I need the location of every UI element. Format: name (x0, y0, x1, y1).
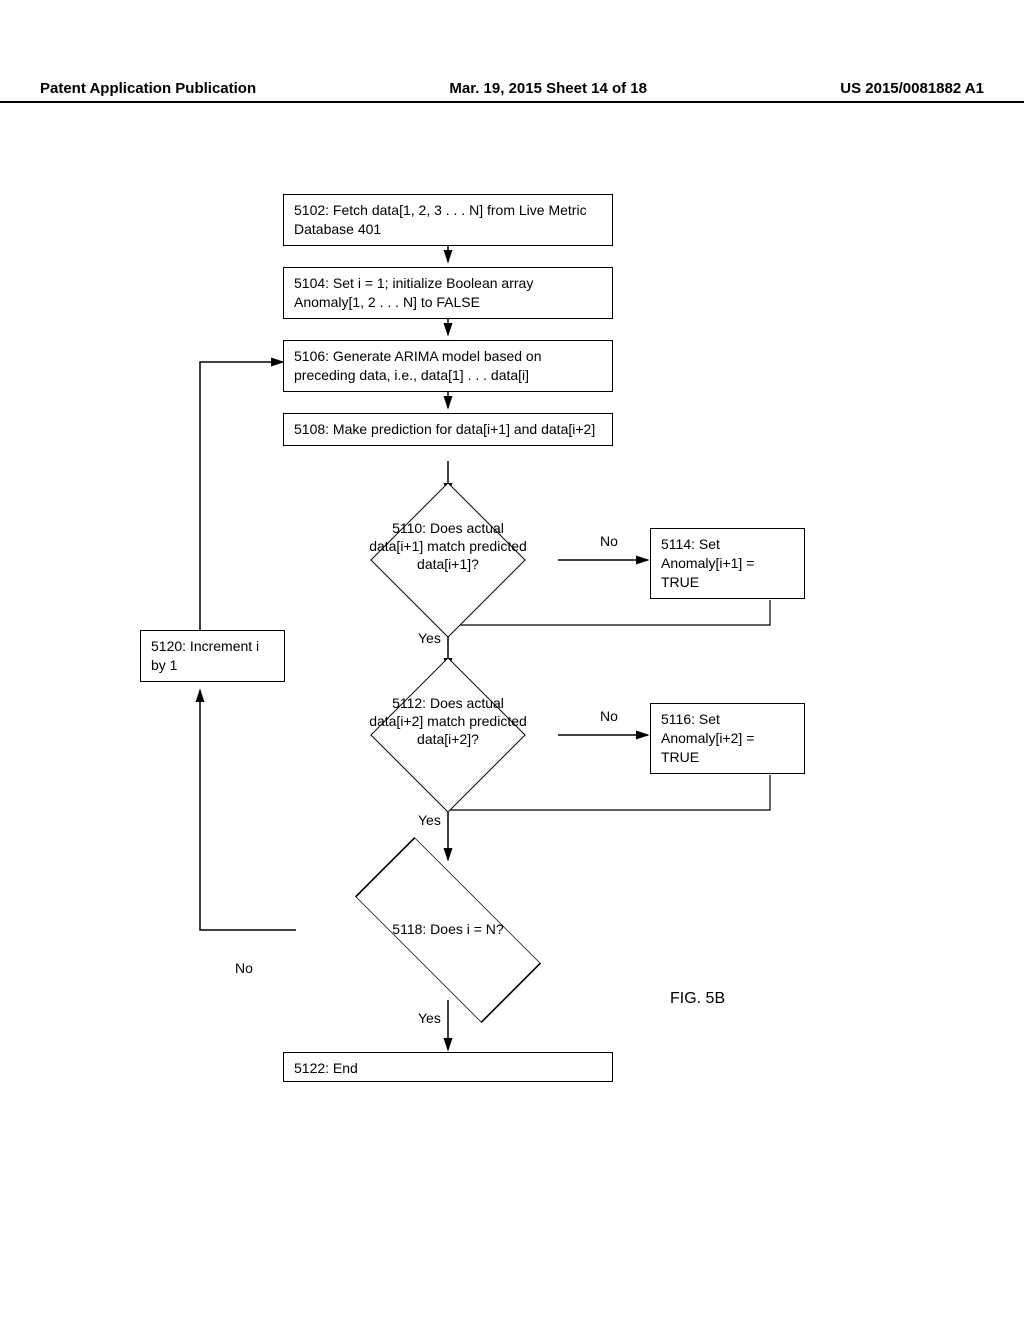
label-no-5110: No (600, 533, 618, 549)
label-yes-5118: Yes (418, 1010, 441, 1026)
step-5104-text: 5104: Set i = 1; initialize Boolean arra… (294, 275, 533, 310)
step-5108-text: 5108: Make prediction for data[i+1] and … (294, 421, 595, 437)
decision-5112-text: 5112: Does actual data[i+2] match predic… (368, 694, 528, 749)
decision-5118: 5118: Does i = N? (296, 860, 600, 1000)
flowchart: 5102: Fetch data[1, 2, 3 . . . N] from L… (0, 190, 1024, 1190)
label-yes-5110: Yes (418, 630, 441, 646)
step-5104: 5104: Set i = 1; initialize Boolean arra… (283, 267, 613, 319)
step-5120-text: 5120: Increment i by 1 (151, 638, 259, 673)
step-5120: 5120: Increment i by 1 (140, 630, 285, 682)
step-5116: 5116: Set Anomaly[i+2] = TRUE (650, 703, 805, 774)
step-5114: 5114: Set Anomaly[i+1] = TRUE (650, 528, 805, 599)
figure-label: FIG. 5B (670, 990, 725, 1008)
step-5102-text: 5102: Fetch data[1, 2, 3 . . . N] from L… (294, 202, 587, 237)
step-5122-text: 5122: End (294, 1060, 358, 1076)
step-5108: 5108: Make prediction for data[i+1] and … (283, 413, 613, 446)
step-5102: 5102: Fetch data[1, 2, 3 . . . N] from L… (283, 194, 613, 246)
label-yes-5112: Yes (418, 812, 441, 828)
header-right: US 2015/0081882 A1 (840, 80, 984, 97)
decision-5110: 5110: Does actual data[i+1] match predic… (338, 495, 558, 625)
header-left: Patent Application Publication (40, 80, 256, 97)
step-5116-text: 5116: Set Anomaly[i+2] = TRUE (661, 711, 754, 765)
step-5106: 5106: Generate ARIMA model based on prec… (283, 340, 613, 392)
decision-5112: 5112: Does actual data[i+2] match predic… (338, 670, 558, 800)
decision-5110-text: 5110: Does actual data[i+1] match predic… (368, 519, 528, 574)
step-5106-text: 5106: Generate ARIMA model based on prec… (294, 348, 542, 383)
label-no-5118: No (235, 960, 253, 976)
header-center: Mar. 19, 2015 Sheet 14 of 18 (449, 80, 647, 97)
step-5114-text: 5114: Set Anomaly[i+1] = TRUE (661, 536, 754, 590)
step-5122: 5122: End (283, 1052, 613, 1082)
label-no-5112: No (600, 708, 618, 724)
decision-5118-text: 5118: Does i = N? (358, 920, 538, 938)
page-header: Patent Application Publication Mar. 19, … (0, 80, 1024, 103)
